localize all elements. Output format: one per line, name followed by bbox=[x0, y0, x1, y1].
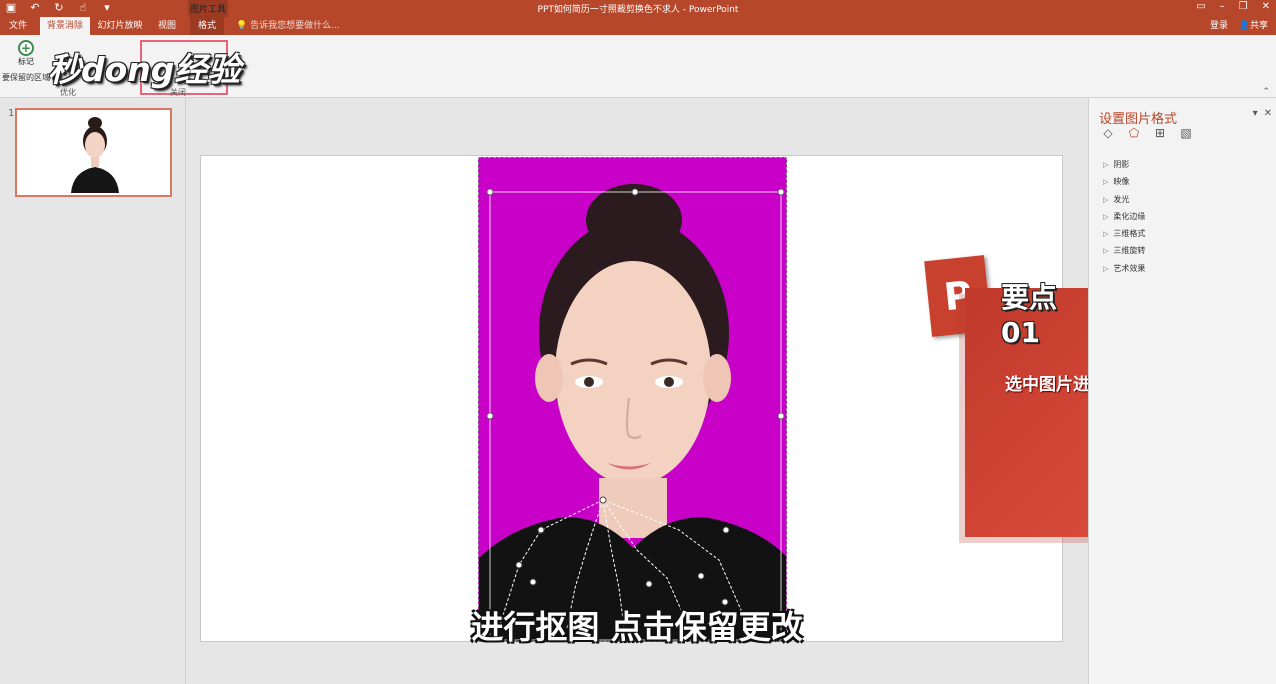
tab-format[interactable]: 格式 bbox=[190, 17, 224, 35]
effect-artistic[interactable]: ▷ 艺术效果 bbox=[1103, 260, 1145, 277]
expand-arrow-icon: ▷ bbox=[1103, 247, 1109, 256]
tab-view[interactable]: 视图 bbox=[150, 17, 184, 35]
effect-shadow[interactable]: ▷ 阴影 bbox=[1103, 156, 1145, 173]
picture-icon[interactable]: ▧ bbox=[1179, 126, 1193, 140]
fill-line-icon[interactable]: ◇ bbox=[1101, 126, 1115, 140]
effect-label: 阴影 bbox=[1113, 160, 1130, 169]
tell-me-text: 告诉我您想要做什么... bbox=[250, 21, 340, 31]
slide-canvas[interactable] bbox=[200, 155, 1063, 642]
effect-label: 艺术效果 bbox=[1113, 263, 1146, 273]
tab-file[interactable]: 文件 bbox=[2, 17, 34, 35]
portrait-photo[interactable] bbox=[478, 157, 787, 642]
pane-title: 设置图片格式 bbox=[1099, 112, 1178, 127]
watermark-logo: 秒dong经验 bbox=[48, 50, 241, 89]
expand-arrow-icon: ▷ bbox=[1103, 264, 1109, 273]
effects-list: ▷ 阴影 ▷ 映像 ▷ 发光 ▷ 柔化边缘 ▷ 三维格式 ▷ 三维旋转 ▷ 艺术效果 bbox=[1103, 156, 1145, 277]
pane-close-icon[interactable]: ✕ bbox=[1264, 108, 1272, 119]
effect-label: 三维旋转 bbox=[1113, 246, 1146, 256]
effect-3d-rotation[interactable]: ▷ 三维旋转 bbox=[1103, 242, 1145, 259]
expand-arrow-icon: ▷ bbox=[1103, 161, 1109, 169]
mark-label: 标记 bbox=[18, 57, 34, 66]
slide-thumbnail-pane: 1 bbox=[0, 98, 186, 684]
thumbnail-portrait bbox=[67, 115, 123, 193]
tell-me-search[interactable]: 💡 告诉我您想要做什么... bbox=[236, 17, 340, 35]
pane-category-icons: ◇ ⬠ ⊞ ▧ bbox=[1101, 126, 1193, 140]
restore-icon[interactable]: ❐ bbox=[1239, 1, 1248, 12]
window-controls: ▭ – ❐ ✕ bbox=[1196, 1, 1270, 12]
expand-arrow-icon: ▷ bbox=[1103, 178, 1109, 187]
collapse-ribbon-icon[interactable]: ⌃ bbox=[1262, 87, 1270, 97]
ribbon-display-icon[interactable]: ▭ bbox=[1196, 1, 1205, 12]
portrait-illustration bbox=[479, 158, 786, 641]
add-mark-icon: + bbox=[18, 40, 34, 56]
effect-label: 三维格式 bbox=[1113, 229, 1146, 239]
pane-options-icon[interactable]: ▾ bbox=[1253, 108, 1258, 119]
mark-keep-button[interactable]: + 标记 bbox=[14, 40, 38, 67]
ribbon-tabs: 文件 背景消除 幻灯片放映 视图 格式 💡 告诉我您想要做什么... 登录 👤共… bbox=[0, 17, 1276, 35]
effects-icon[interactable]: ⬠ bbox=[1127, 126, 1141, 140]
share-label: 共享 bbox=[1249, 21, 1268, 31]
effect-label: 柔化边缘 bbox=[1113, 211, 1146, 221]
effect-label: 发光 bbox=[1113, 194, 1130, 204]
tab-slideshow[interactable]: 幻灯片放映 bbox=[94, 17, 146, 35]
expand-arrow-icon: ▷ bbox=[1103, 212, 1109, 221]
effect-reflection[interactable]: ▷ 映像 bbox=[1103, 173, 1145, 190]
expand-arrow-icon: ▷ bbox=[1103, 195, 1109, 204]
effect-soft-edges[interactable]: ▷ 柔化边缘 bbox=[1103, 208, 1145, 225]
tab-background-removal[interactable]: 背景消除 bbox=[40, 17, 90, 35]
close-icon[interactable]: ✕ bbox=[1262, 1, 1270, 12]
ribbon: + 标记 要保留的区域 优化 关闭 秒dong经验 ⌃ bbox=[0, 35, 1276, 98]
slide-editor: P 选中图片进入格式命令 要点01 进行抠图 点击保留更改 bbox=[186, 98, 1215, 684]
format-picture-pane: 设置图片格式 ▾ ✕ ◇ ⬠ ⊞ ▧ ▷ 阴影 ▷ 映像 ▷ 发光 ▷ 柔化边缘 ▷ 三维… bbox=[1088, 98, 1276, 684]
expand-arrow-icon: ▷ bbox=[1103, 230, 1109, 239]
user-icon: 👤 bbox=[1238, 21, 1250, 31]
mark-description: 要保留的区域 bbox=[2, 73, 50, 82]
pane-controls: ▾ ✕ bbox=[1253, 108, 1272, 119]
minimize-icon[interactable]: – bbox=[1220, 1, 1225, 12]
effect-3d-format[interactable]: ▷ 三维格式 bbox=[1103, 225, 1145, 242]
effect-label: 映像 bbox=[1113, 177, 1130, 187]
lightbulb-icon: 💡 bbox=[236, 21, 248, 31]
effect-glow[interactable]: ▷ 发光 bbox=[1103, 191, 1145, 208]
slide-thumbnail[interactable] bbox=[15, 108, 172, 197]
video-caption: 进行抠图 点击保留更改 bbox=[471, 608, 803, 646]
share-button[interactable]: 👤共享 bbox=[1239, 17, 1268, 35]
size-properties-icon[interactable]: ⊞ bbox=[1153, 126, 1167, 140]
tip-title: 要点01 bbox=[1001, 281, 1058, 349]
slide-number: 1 bbox=[8, 108, 15, 119]
login-link[interactable]: 登录 bbox=[1210, 17, 1228, 35]
